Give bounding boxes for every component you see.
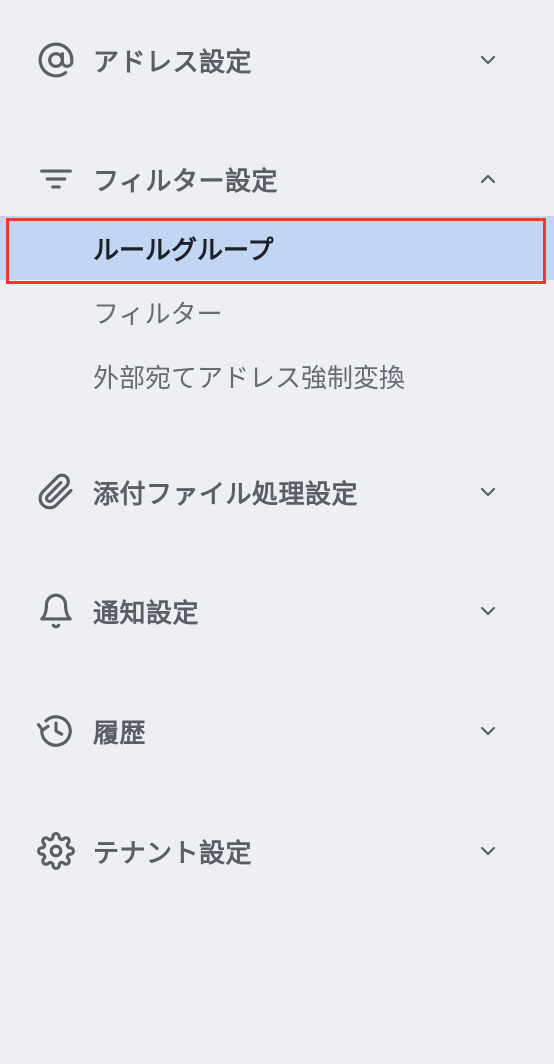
section-label: フィルター設定	[93, 166, 278, 197]
sidebar-item-label: フィルター	[93, 299, 223, 330]
sidebar-item-external-address-conversion[interactable]: 外部宛てアドレス強制変換	[0, 344, 554, 408]
chevron-down-icon[interactable]	[472, 44, 504, 76]
section-address-settings[interactable]: アドレス設定	[0, 30, 554, 90]
section-filter-settings[interactable]: フィルター設定	[0, 149, 554, 209]
section-history[interactable]: 履歴	[0, 701, 554, 761]
sidebar-item-rule-group[interactable]: ルールグループ	[0, 216, 554, 280]
sidebar-item-filter[interactable]: フィルター	[0, 280, 554, 344]
chevron-down-icon[interactable]	[472, 715, 504, 747]
history-icon	[37, 712, 75, 750]
paperclip-icon	[37, 473, 75, 511]
section-notification-settings[interactable]: 通知設定	[0, 581, 554, 641]
section-label: 履歴	[93, 718, 147, 749]
gear-icon	[37, 832, 75, 870]
sidebar-item-label: ルールグループ	[93, 235, 274, 266]
section-label: テナント設定	[93, 838, 253, 869]
filter-lines-icon	[37, 160, 75, 198]
chevron-up-icon[interactable]	[472, 163, 504, 195]
bell-icon	[37, 592, 75, 630]
sidebar-item-label: 外部宛てアドレス強制変換	[93, 363, 406, 394]
section-label: アドレス設定	[93, 47, 253, 78]
chevron-down-icon[interactable]	[472, 476, 504, 508]
section-label: 通知設定	[93, 598, 200, 629]
section-tenant-settings[interactable]: テナント設定	[0, 821, 554, 881]
sidebar-nav: アドレス設定 フィルター設定 ルールグループ フィルター 外部宛てアドレス強制変…	[0, 0, 554, 1064]
at-sign-icon	[37, 41, 75, 79]
section-attachment-settings[interactable]: 添付ファイル処理設定	[0, 462, 554, 522]
chevron-down-icon[interactable]	[472, 835, 504, 867]
section-label: 添付ファイル処理設定	[93, 479, 359, 510]
chevron-down-icon[interactable]	[472, 595, 504, 627]
